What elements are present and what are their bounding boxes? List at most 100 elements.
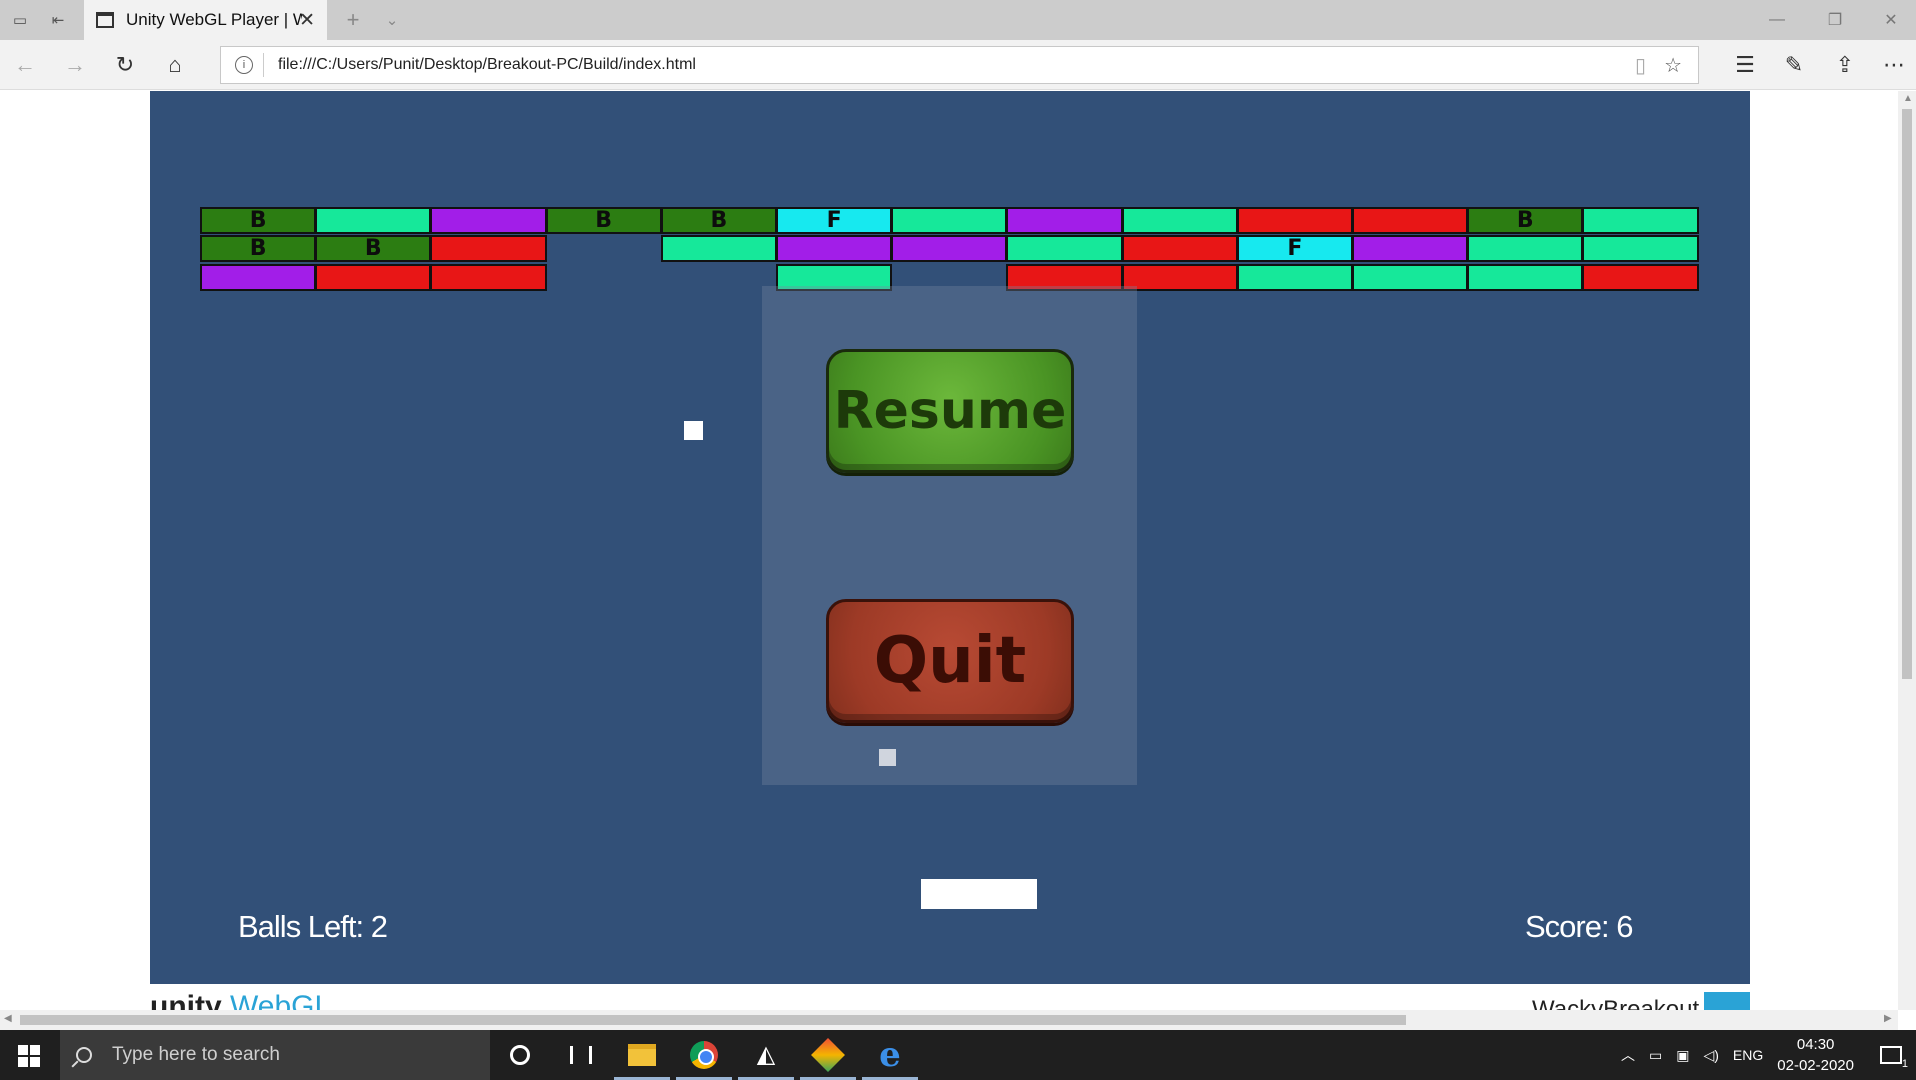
brick <box>1582 263 1699 291</box>
tab-actions-icon[interactable]: ▭ <box>9 9 31 31</box>
edge-button[interactable]: e <box>860 1030 920 1080</box>
brick <box>1467 235 1584 263</box>
brick <box>315 263 432 291</box>
brick <box>1352 207 1469 234</box>
url-text[interactable]: file:///C:/Users/Punit/Desktop/Breakout-… <box>278 56 1635 74</box>
chrome-button[interactable] <box>674 1030 734 1080</box>
address-bar[interactable]: i file:///C:/Users/Punit/Desktop/Breakou… <box>220 46 1699 84</box>
paddle <box>921 879 1037 909</box>
game-title: WackyBreakout <box>1532 996 1700 1010</box>
brick <box>1006 207 1123 234</box>
notification-count: 1 <box>1901 1058 1908 1070</box>
browser-tab-bar: ▭ ⇤ Unity WebGL Player | W ✕ + ⌄ — ❐ ✕ <box>0 0 1916 40</box>
back-arrow-icon[interactable]: ← <box>12 52 38 78</box>
brick: B <box>200 207 317 234</box>
brick <box>1467 263 1584 291</box>
clock-time: 04:30 <box>1796 1036 1835 1053</box>
score-label: Score: 6 <box>1525 909 1633 944</box>
brick <box>430 207 547 234</box>
favorites-hub-icon[interactable]: ☰ <box>1732 52 1758 78</box>
brick <box>430 263 547 291</box>
web-note-pen-icon[interactable]: ✎ <box>1781 52 1807 78</box>
brick <box>1352 263 1469 291</box>
search-placeholder: Type here to search <box>112 1044 280 1065</box>
volume-icon[interactable]: ◁) <box>1703 1047 1718 1064</box>
action-center-icon[interactable]: 1 <box>1880 1046 1908 1070</box>
close-window-button[interactable]: ✕ <box>1871 6 1911 34</box>
battery-icon[interactable]: ▭ <box>1649 1047 1662 1064</box>
task-view-icon <box>570 1046 592 1064</box>
brick <box>1582 235 1699 263</box>
fullscreen-button[interactable] <box>1704 992 1750 1010</box>
reading-view-icon[interactable]: ▯ <box>1635 53 1646 78</box>
ball <box>684 421 703 440</box>
brick <box>315 207 432 234</box>
start-button[interactable] <box>18 1045 40 1067</box>
pause-menu-panel: Resume Quit <box>762 286 1137 785</box>
address-toolbar: ← → ↻ ⌂ i file:///C:/Users/Punit/Desktop… <box>0 40 1916 90</box>
quit-button[interactable]: Quit <box>826 599 1074 723</box>
folder-icon <box>628 1044 656 1066</box>
brick <box>1121 235 1238 263</box>
search-icon <box>76 1047 92 1063</box>
unity-game-canvas[interactable]: BBBFBBBF Resume Quit Balls Left: 2 Score… <box>150 91 1750 984</box>
unity-webgl-logo: unity WebGL <box>150 990 331 1010</box>
logo-unity-text: unity <box>150 990 222 1010</box>
brick <box>891 207 1008 234</box>
unity-icon: ◭ <box>756 1041 776 1068</box>
share-icon[interactable]: ⇪ <box>1832 52 1858 78</box>
brick <box>891 235 1008 263</box>
brick <box>200 263 317 291</box>
brick <box>1006 235 1123 263</box>
edge-icon: e <box>879 1035 901 1075</box>
forward-arrow-icon[interactable]: → <box>62 52 88 78</box>
restore-button[interactable]: ❐ <box>1815 6 1855 34</box>
task-view-button[interactable] <box>551 1030 611 1080</box>
chrome-icon <box>690 1041 718 1069</box>
brick: F <box>776 207 893 234</box>
horizontal-scrollbar[interactable]: ◀ ▶ <box>0 1010 1898 1030</box>
brick <box>1236 207 1353 234</box>
git-button[interactable] <box>798 1030 858 1080</box>
vertical-scroll-thumb[interactable] <box>1902 109 1912 679</box>
language-indicator[interactable]: ENG <box>1733 1047 1763 1063</box>
scroll-up-arrow-icon[interactable]: ▲ <box>1903 93 1913 104</box>
tab-close-icon[interactable]: ✕ <box>299 9 315 32</box>
show-hidden-icons-chevron-icon[interactable]: ︿ <box>1621 1045 1635 1065</box>
brick: B <box>200 235 317 263</box>
set-aside-tabs-icon[interactable]: ⇤ <box>47 9 69 31</box>
brick: F <box>1236 235 1353 263</box>
file-explorer-button[interactable] <box>612 1030 672 1080</box>
network-icon[interactable]: ▣ <box>1676 1047 1689 1064</box>
brick: B <box>315 235 432 263</box>
unity-button[interactable]: ◭ <box>736 1030 796 1080</box>
brick <box>430 235 547 263</box>
favorite-star-icon[interactable]: ☆ <box>1664 53 1682 78</box>
refresh-icon[interactable]: ↻ <box>112 52 138 78</box>
tab-list-chevron-icon[interactable]: ⌄ <box>381 9 403 31</box>
brick: B <box>1467 207 1584 234</box>
home-icon[interactable]: ⌂ <box>162 52 188 78</box>
clock[interactable]: 04:30 02-02-2020 <box>1777 1034 1854 1076</box>
windows-taskbar: Type here to search ◭ e ︿ ▭ ▣ ◁) ENG 04:… <box>0 1030 1916 1080</box>
balls-left-label: Balls Left: 2 <box>238 909 388 944</box>
scroll-right-arrow-icon[interactable]: ▶ <box>1884 1013 1892 1024</box>
more-menu-icon[interactable]: ⋯ <box>1881 52 1907 78</box>
vertical-scrollbar[interactable]: ▲ <box>1898 91 1916 1010</box>
tab-favicon-icon <box>96 12 114 28</box>
brick: B <box>545 207 662 234</box>
brick <box>1582 207 1699 234</box>
horizontal-scroll-thumb[interactable] <box>20 1015 1406 1025</box>
minimize-button[interactable]: — <box>1757 6 1797 34</box>
url-separator <box>263 53 264 77</box>
taskbar-search-box[interactable]: Type here to search <box>60 1030 490 1080</box>
cortana-icon <box>510 1045 530 1065</box>
scroll-left-arrow-icon[interactable]: ◀ <box>4 1013 12 1024</box>
resume-button[interactable]: Resume <box>826 349 1074 473</box>
site-info-icon[interactable]: i <box>235 56 253 74</box>
brick: B <box>660 207 777 234</box>
cortana-button[interactable] <box>490 1030 550 1080</box>
tab-unity-webgl[interactable]: Unity WebGL Player | W ✕ <box>84 0 327 40</box>
brick <box>1121 207 1238 234</box>
new-tab-button[interactable]: + <box>342 7 364 32</box>
